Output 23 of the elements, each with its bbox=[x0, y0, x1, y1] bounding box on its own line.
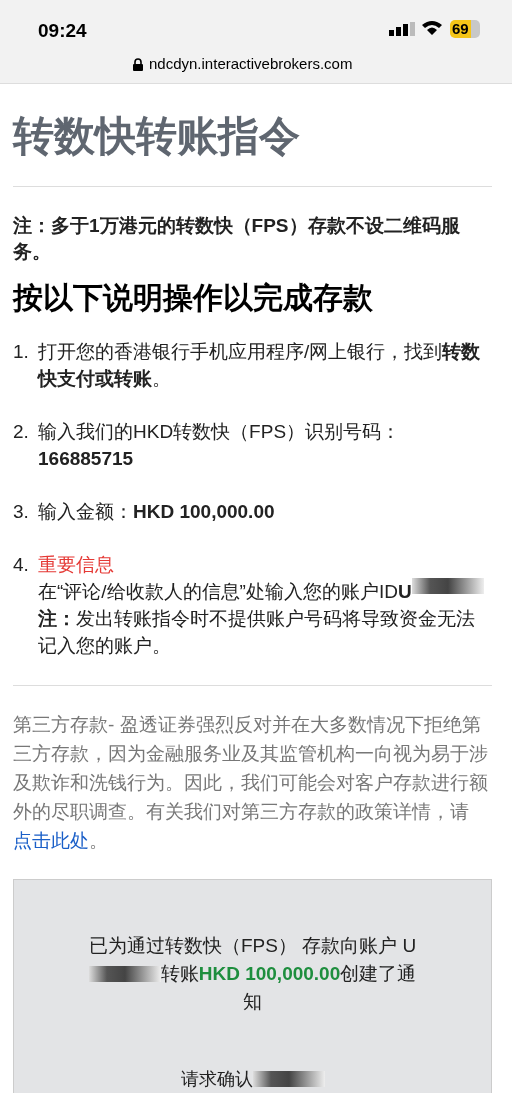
step-number: 3. bbox=[13, 499, 30, 524]
step-text: 输入我们的HKD转数快（FPS）识别号码：166885715 bbox=[38, 419, 402, 471]
instructions-heading: 按以下说明操作以完成存款 bbox=[13, 279, 374, 316]
confirmation-text: 已为通过转数快（FPS） 存款向账户 U 转账HKD 100,000.00创建了通知 bbox=[87, 933, 418, 1014]
page-title: 转数快转账指令 bbox=[13, 112, 301, 161]
step-number: 2. bbox=[13, 419, 30, 444]
signal-icon bbox=[389, 22, 415, 36]
step-text: 输入金额：HKD 100,000.00 bbox=[38, 499, 276, 524]
step-text: 在“评论/给收款人的信息”处输入您的账户IDU bbox=[38, 579, 412, 604]
step-number: 4. bbox=[13, 552, 30, 577]
lock-icon bbox=[133, 57, 143, 71]
step-number: 1. bbox=[13, 339, 30, 364]
status-time: 09:24 bbox=[38, 19, 87, 43]
third-party-text: 第三方存款- 盈透证券强烈反对并在大多数情况下拒绝第三方存款，因为金融服务业及其监管机构一向视为易于涉及欺诈和洗钱行为。因此，我们可能会对客户存款进行额外的尽职调查。有关我们对第三方存款的政策详情，请 点击此处。 bbox=[13, 712, 488, 853]
step-note: 注：发出转账指令时不提供账户号码将导致资金无法记入您的账户。 bbox=[38, 606, 476, 658]
request-confirmation-text: 请求确认 bbox=[180, 1067, 253, 1091]
wifi-icon bbox=[421, 20, 443, 36]
url-text[interactable]: ndcdyn.interactivebrokers.com bbox=[149, 53, 353, 76]
notice-text: 注：多于1万港元的转数快（FPS）存款不设二维码服务。 bbox=[13, 213, 461, 264]
click-here-link[interactable]: 点击此处 bbox=[13, 829, 89, 851]
important-label: 重要信息 bbox=[38, 552, 114, 577]
battery-level: 69 bbox=[450, 20, 480, 38]
step-text: 打开您的香港银行手机应用程序/网上银行，找到转数快支付或转账。 bbox=[38, 339, 482, 391]
